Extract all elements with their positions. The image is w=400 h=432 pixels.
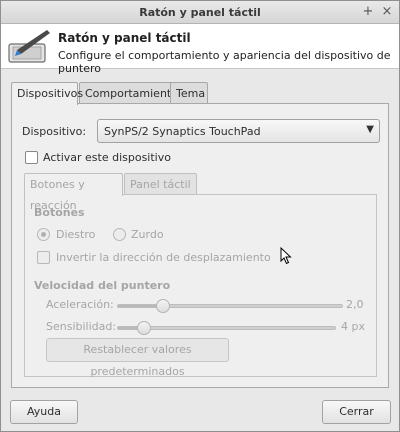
right-handed-radio[interactable] <box>37 228 50 241</box>
acceleration-value: 2,0 <box>346 298 364 311</box>
acceleration-slider-handle[interactable] <box>156 299 170 313</box>
pointer-speed-heading: Velocidad del puntero <box>34 279 171 292</box>
close-button[interactable]: Cerrar <box>322 400 391 424</box>
device-select[interactable]: SynPS/2 Synaptics TouchPad ▼ <box>97 119 380 143</box>
device-select-value: SynPS/2 Synaptics TouchPad <box>104 125 261 138</box>
device-label: Dispositivo: <box>22 125 87 138</box>
reset-defaults-button[interactable]: Restablecer valores predeterminados <box>46 338 229 378</box>
window-title: Ratón y panel táctil <box>139 6 261 19</box>
close-icon[interactable]: × <box>380 4 394 20</box>
help-button[interactable]: Ayuda <box>10 400 78 424</box>
right-handed-label[interactable]: Diestro <box>56 228 95 241</box>
buttons-reaction-panel: Botones Diestro Zurdo Invertir la direcc… <box>24 194 377 378</box>
acceleration-label: Aceleración: <box>46 298 114 311</box>
sensitivity-value: 4 px <box>341 320 365 333</box>
tab-tema[interactable]: Tema <box>170 82 208 104</box>
enable-device-label[interactable]: Activar este dispositivo <box>43 151 171 164</box>
acceleration-slider[interactable] <box>117 299 343 313</box>
maximize-icon[interactable]: + <box>361 4 375 20</box>
sensitivity-label: Sensibilidad: <box>46 320 117 333</box>
mouse-settings-icon <box>8 30 50 63</box>
tab-dispositivos[interactable]: Dispositivos <box>11 82 83 105</box>
sensitivity-slider-handle[interactable] <box>137 321 151 335</box>
tab-comportamiento[interactable]: Comportamiento <box>79 82 178 104</box>
tab-botones-reaccion[interactable]: Botones y reacción <box>24 173 123 212</box>
invert-scroll-checkbox[interactable] <box>37 251 50 264</box>
left-handed-radio[interactable] <box>113 228 126 241</box>
chevron-down-icon: ▼ <box>366 124 374 135</box>
dialog-header: Ratón y panel táctil Configure el compor… <box>1 24 399 75</box>
left-handed-label[interactable]: Zurdo <box>131 228 164 241</box>
header-subtitle: Configure el comportamiento y apariencia… <box>58 49 391 75</box>
settings-window: Ratón y panel táctil + × Ratón y panel t… <box>0 0 400 432</box>
tab-panel-tactil[interactable]: Panel táctil <box>124 173 197 195</box>
enable-device-checkbox[interactable] <box>25 151 38 164</box>
devices-panel: Dispositivo: SynPS/2 Synaptics TouchPad … <box>11 103 389 388</box>
mouse-pointer-icon <box>280 247 292 265</box>
header-title: Ratón y panel táctil <box>58 31 191 45</box>
invert-scroll-label[interactable]: Invertir la dirección de desplazamiento <box>56 251 271 264</box>
sensitivity-slider[interactable] <box>117 321 336 335</box>
title-bar[interactable]: Ratón y panel táctil + × <box>1 1 399 24</box>
